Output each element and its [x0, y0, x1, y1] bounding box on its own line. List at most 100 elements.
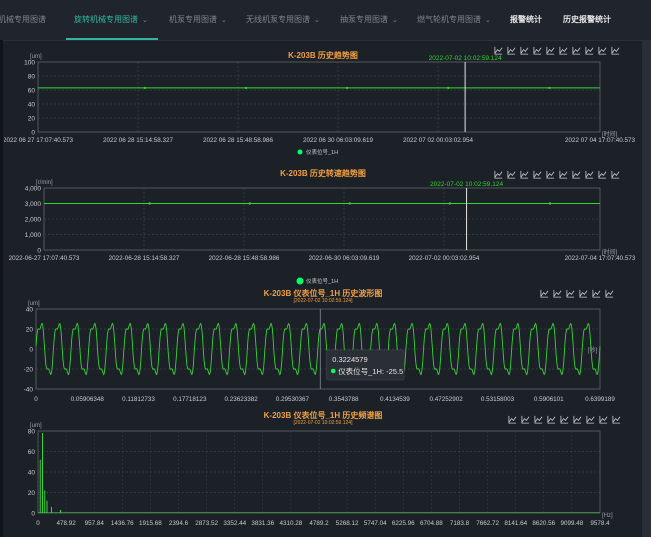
data-point — [248, 202, 251, 205]
x-tick-label: 4310.28 — [280, 520, 303, 527]
spectrum-chart[interactable]: 80 60 40 20 0 [um] 0 478.92 957.84 1436.76 1915.68… — [4, 407, 642, 537]
x-tick-label: 1915.68 — [139, 520, 162, 527]
plot-area — [37, 61, 601, 133]
x-tick-label: 2022 06 28 15:48:58.986 — [203, 137, 274, 144]
y-tick-label: 80 — [28, 429, 36, 436]
legend-marker — [296, 277, 304, 285]
y-tick-label: 0 — [37, 248, 41, 255]
left-edge — [0, 40, 3, 537]
x-tick-label: 478.92 — [56, 520, 76, 527]
x-tick-label: 0.11812733 — [122, 396, 155, 403]
top-navigation: 机械专用图谱 旋转机械专用图谱 ⌄ 机泵专用图谱 ⌄ 无线机泵专用图谱 ⌄ 抽泵专用图… — [0, 0, 651, 41]
x-tick-label: 0.29530367 — [276, 396, 310, 403]
x-tick-label: 0.23623382 — [224, 396, 258, 403]
chevron-down-icon: ⌄ — [485, 17, 491, 24]
speed-trend-panel: K-203B 历史转速趋势图 4,000 3,000 2,000 1,000 0 [r/m… — [4, 166, 642, 286]
x-tick-label: 9099.48 — [561, 520, 584, 527]
x-tick-label: 0.53158003 — [481, 396, 515, 403]
y-axis-label: [um] — [28, 301, 40, 307]
x-axis-label: [秒] — [588, 346, 598, 354]
y-axis-label: [um] — [30, 54, 42, 60]
data-point — [244, 86, 248, 90]
x-tick-label: 2022-06-27 17:07:40.573 — [9, 255, 80, 262]
legend-label: 仪表位号_1H — [306, 277, 338, 285]
data-point — [448, 202, 452, 205]
y-tick-label: 4,000 — [25, 186, 42, 193]
x-tick-label: 0.4134539 — [380, 396, 410, 403]
x-axis-label: [时间] — [602, 248, 618, 256]
y-tick-label: 20 — [26, 327, 34, 334]
y-axis-label: [um] — [30, 423, 42, 429]
data-point — [345, 86, 349, 90]
y-tick-label: 80 — [28, 74, 36, 81]
trend-chart[interactable]: 100 80 60 40 20 0 [um] 2022 06 27 17:07:40.573 2… — [4, 44, 642, 164]
tab-gas-turbine[interactable]: 燃气轮机专用图谱 ⌄ — [417, 0, 491, 40]
data-point — [548, 202, 552, 205]
chevron-down-icon: ⌄ — [142, 17, 148, 24]
tooltip-x: 0.3224579 — [332, 355, 367, 364]
tab-wireless-pump[interactable]: 无线机泵专用图谱 ⌄ — [246, 0, 320, 40]
x-tick-label: 0.5906101 — [534, 396, 564, 403]
scrollbar-track[interactable] — [642, 40, 651, 537]
x-tick-label: 6704.88 — [420, 520, 443, 527]
y-tick-label: 1,000 — [25, 232, 42, 239]
y-tick-label: 40 — [26, 307, 34, 314]
tab-alarm-stats[interactable]: 报警统计 — [510, 0, 542, 40]
x-tick-label: 7183.8 — [450, 520, 470, 527]
x-tick-label: 2022-07-02 00:03:02.954 — [409, 255, 480, 262]
x-tick-label: 2022 07 02 00:03:02.954 — [403, 137, 474, 144]
x-tick-label: 0.3543788 — [329, 396, 359, 403]
y-tick-label: 0 — [29, 347, 33, 354]
cursor-time-label: 2022-07-02 10:02:59.124 — [429, 55, 502, 62]
y-tick-label: 60 — [28, 88, 36, 95]
x-tick-label: 2022 06 28 15:14:58.327 — [103, 137, 174, 144]
x-tick-label: 0 — [36, 520, 40, 527]
y-tick-label: 40 — [28, 102, 36, 109]
x-tick-label: 2022 06 27 17:07:40.573 — [4, 137, 74, 144]
y-tick-label: 3,000 — [25, 201, 42, 208]
y-tick-label: -40 — [24, 387, 34, 394]
tab-pump[interactable]: 机泵专用图谱 ⌄ — [169, 0, 227, 40]
y-axis-label: [r/min] — [36, 180, 53, 186]
tab-machinery[interactable]: 机械专用图谱 — [0, 0, 46, 40]
x-axis-label: [时间] — [602, 130, 618, 138]
speed-trend-chart[interactable]: 4,000 3,000 2,000 1,000 0 [r/min] 2022-06-27 1… — [4, 166, 642, 286]
tab-label: 机泵专用图谱 — [169, 15, 217, 24]
x-tick-label: 3352.44 — [223, 520, 246, 527]
x-tick-label: 8141.64 — [504, 520, 527, 527]
trend-panel: K-203B 历史趋势图 100 80 60 40 20 0 [um] 2022 06 27 … — [4, 44, 642, 164]
x-tick-label: 2022-06-28 15:48:58.986 — [209, 255, 280, 262]
x-tick-label: 0.47252902 — [430, 396, 464, 403]
waveform-panel: K-203B 仪表位号_1H 历史波形图 [2022-07-02 10:02:5… — [4, 287, 642, 407]
y-tick-label: 0 — [31, 511, 35, 518]
x-tick-label: 8620.56 — [532, 520, 555, 527]
tab-label: 旋转机械专用图谱 — [74, 15, 138, 24]
waveform-chart[interactable]: 40 20 0 -20 -40 [um] 0 0.05906348 0.11812733 0.17… — [4, 287, 642, 407]
y-tick-label: 20 — [28, 116, 36, 123]
x-tick-label: 4789.2 — [309, 520, 329, 527]
data-point — [143, 86, 146, 90]
data-point — [548, 86, 551, 90]
tab-label: 无线机泵专用图谱 — [246, 15, 310, 24]
tooltip-marker — [330, 368, 336, 374]
tab-label: 抽泵专用图谱 — [340, 15, 388, 24]
x-tick-label: 2022-07-04 17:07:40.573 — [565, 255, 636, 262]
tooltip-value: 仪表位号_1H: -25.5 — [338, 366, 403, 376]
x-tick-label: 2022 06 30 06:03:09.619 — [303, 137, 374, 144]
x-tick-label: 1436.76 — [111, 520, 134, 527]
x-tick-label: 2022-06-28 15:14:58.327 — [109, 255, 180, 262]
legend-marker — [297, 149, 303, 155]
y-tick-label: 0 — [31, 130, 35, 137]
spectrum-panel: K-203B 仪表位号_1H 历史频谱图 [2022-07-02 10:02:5… — [4, 407, 642, 537]
tab-history-alarm-stats[interactable]: 历史报警统计 — [563, 0, 611, 40]
y-tick-label: 100 — [24, 60, 35, 67]
x-tick-label: 957.84 — [85, 520, 105, 527]
y-tick-label: -20 — [24, 367, 34, 374]
tab-label: 燃气轮机专用图谱 — [417, 15, 481, 24]
x-tick-label: 2394.6 — [169, 520, 189, 527]
x-tick-label: 0.6399189 — [585, 396, 615, 403]
tab-extraction-pump[interactable]: 抽泵专用图谱 ⌄ — [340, 0, 398, 40]
x-tick-label: 0.17718123 — [173, 396, 207, 403]
tab-rotating-machinery[interactable]: 旋转机械专用图谱 ⌄ — [66, 0, 158, 40]
x-tick-label: 0 — [34, 396, 38, 403]
